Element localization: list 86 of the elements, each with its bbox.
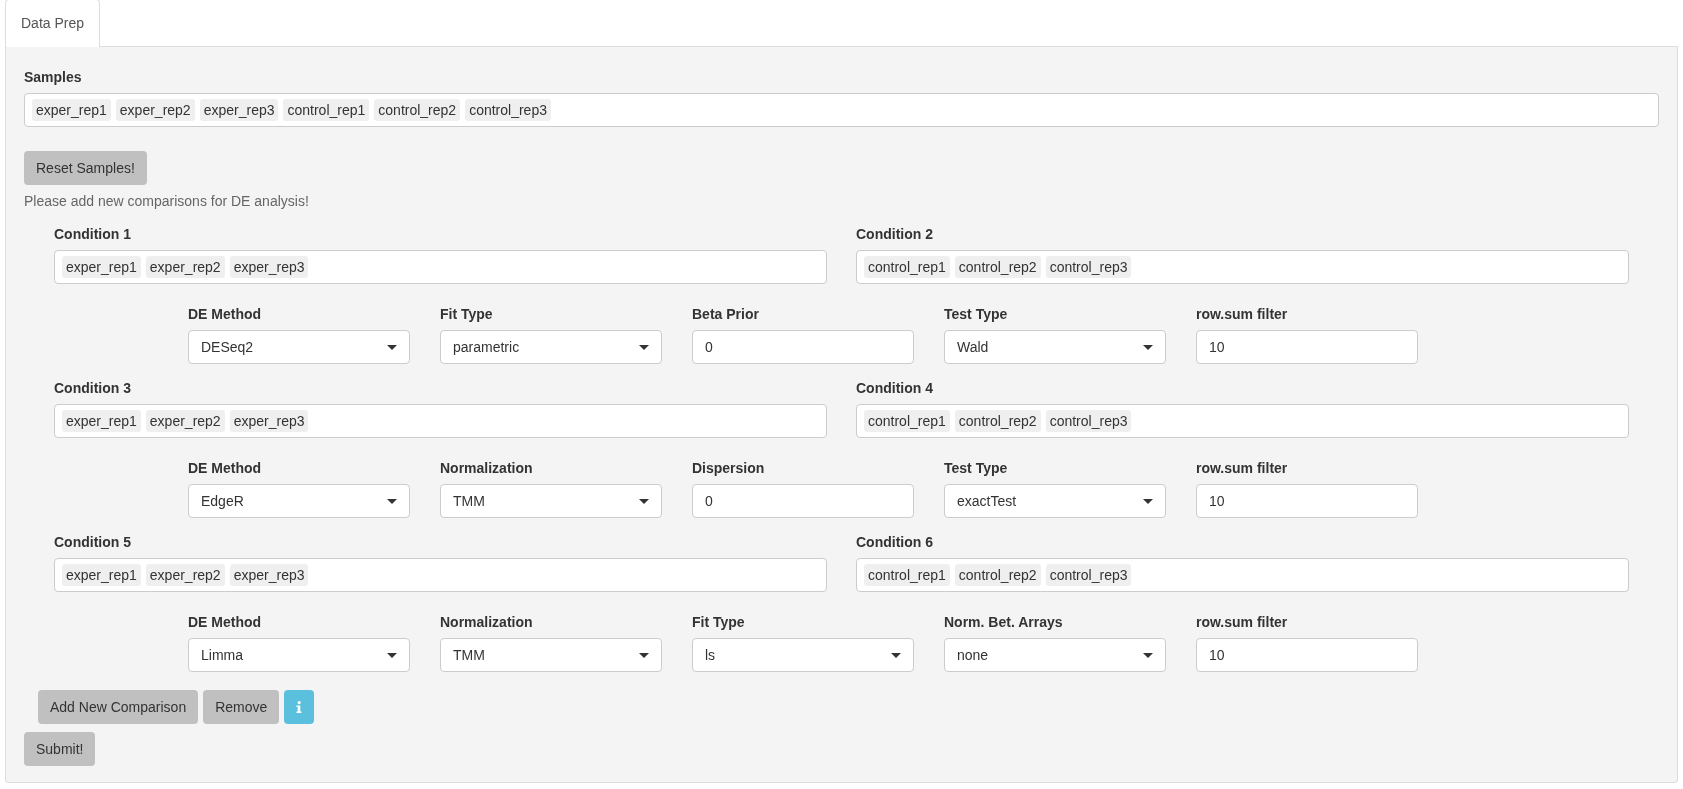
field-label: row.sum filter [1196, 459, 1289, 478]
sample-tag[interactable]: exper_rep1 [32, 99, 111, 121]
select-dropdown[interactable]: Limma [188, 638, 410, 672]
caret-icon [1143, 652, 1153, 658]
select-dropdown[interactable]: TMM [440, 484, 662, 518]
sample-tag[interactable]: exper_rep1 [62, 410, 141, 432]
caret-icon [387, 652, 397, 658]
reset-button[interactable]: Reset Samples! [24, 151, 147, 185]
action-button[interactable]: Remove [203, 690, 280, 724]
sample-tag[interactable]: control_rep3 [1045, 564, 1132, 586]
input-field[interactable]: 10 [1196, 484, 1418, 518]
field-label: Condition 4 [856, 379, 934, 398]
sample-tag[interactable]: exper_rep2 [145, 564, 225, 586]
sample-tag[interactable]: exper_rep2 [115, 99, 195, 121]
field-label: Beta Prior [692, 305, 760, 324]
select-dropdown[interactable]: ls [692, 638, 914, 672]
field-label: Normalization [440, 459, 534, 478]
field-label: DE Method [188, 305, 263, 324]
sample-tag[interactable]: control_rep3 [465, 99, 551, 121]
caret-icon [891, 652, 901, 658]
tag-input-field[interactable]: exper_rep1 exper_rep2 exper_rep3 [54, 558, 827, 592]
select-dropdown[interactable]: DESeq2 [188, 330, 410, 364]
field-label: Condition 6 [856, 533, 934, 552]
info-button[interactable] [284, 690, 315, 724]
input-field[interactable]: 10 [1196, 330, 1418, 364]
field-label: Test Type [944, 459, 1009, 478]
caret-icon [639, 344, 649, 350]
select-dropdown[interactable]: TMM [440, 638, 662, 672]
field-label: row.sum filter [1196, 305, 1289, 324]
field-label: Fit Type [692, 613, 746, 632]
info-icon [296, 701, 303, 713]
sample-tag[interactable]: control_rep2 [954, 256, 1041, 278]
field-label: Samples [24, 68, 83, 87]
field-label: Fit Type [440, 305, 494, 324]
caret-icon [387, 498, 397, 504]
sample-tag[interactable]: exper_rep3 [229, 564, 309, 586]
tag-input-field[interactable]: control_rep1 control_rep2 control_rep3 [856, 250, 1629, 284]
select-dropdown[interactable]: Wald [944, 330, 1166, 364]
sample-tag[interactable]: exper_rep2 [145, 410, 225, 432]
select-dropdown[interactable]: parametric [440, 330, 662, 364]
hint-text: Please add new comparisons for DE analysis! [24, 192, 310, 211]
field-label: Condition 1 [54, 225, 132, 244]
field-label: Norm. Bet. Arrays [944, 613, 1064, 632]
sample-tag[interactable]: control_rep3 [1045, 410, 1132, 432]
tag-input-field[interactable]: exper_rep1 exper_rep2 exper_rep3 control_rep1 control_rep2 control_rep3 [24, 93, 1659, 127]
caret-icon [639, 652, 649, 658]
sample-tag[interactable]: control_rep1 [864, 256, 950, 278]
sample-tag[interactable]: control_rep1 [864, 564, 950, 586]
input-field[interactable]: 10 [1196, 638, 1418, 672]
sample-tag[interactable]: exper_rep3 [229, 256, 309, 278]
field-label: Normalization [440, 613, 534, 632]
sample-tag[interactable]: exper_rep3 [229, 410, 309, 432]
tag-input-field[interactable]: exper_rep1 exper_rep2 exper_rep3 [54, 404, 827, 438]
sample-tag[interactable]: exper_rep1 [62, 256, 141, 278]
sample-tag[interactable]: control_rep3 [1045, 256, 1132, 278]
tag-input-field[interactable]: exper_rep1 exper_rep2 exper_rep3 [54, 250, 827, 284]
caret-icon [387, 344, 397, 350]
field-label: Condition 3 [54, 379, 132, 398]
sample-tag[interactable]: control_rep2 [374, 99, 461, 121]
field-label: Condition 2 [856, 225, 934, 244]
caret-icon [1143, 498, 1153, 504]
select-dropdown[interactable]: EdgeR [188, 484, 410, 518]
sample-tag[interactable]: exper_rep3 [199, 99, 279, 121]
sample-tag[interactable]: control_rep2 [954, 410, 1041, 432]
caret-icon [1143, 344, 1153, 350]
select-dropdown[interactable]: exactTest [944, 484, 1166, 518]
field-label: Condition 5 [54, 533, 132, 552]
sample-tag[interactable]: exper_rep1 [62, 564, 141, 586]
action-button[interactable]: Add New Comparison [38, 690, 199, 724]
select-dropdown[interactable]: none [944, 638, 1166, 672]
sample-tag[interactable]: control_rep1 [864, 410, 950, 432]
tag-input-field[interactable]: control_rep1 control_rep2 control_rep3 [856, 558, 1629, 592]
input-field[interactable]: 0 [692, 484, 914, 518]
caret-icon [639, 498, 649, 504]
field-label: Dispersion [692, 459, 766, 478]
field-label: row.sum filter [1196, 613, 1289, 632]
field-label: DE Method [188, 459, 263, 478]
sample-tag[interactable]: exper_rep2 [145, 256, 225, 278]
sample-tag[interactable]: control_rep1 [283, 99, 370, 121]
tab[interactable]: Data Prep [5, 0, 101, 47]
field-label: Test Type [944, 305, 1009, 324]
sample-tag[interactable]: control_rep2 [954, 564, 1041, 586]
input-field[interactable]: 0 [692, 330, 914, 364]
tag-input-field[interactable]: control_rep1 control_rep2 control_rep3 [856, 404, 1629, 438]
field-label: DE Method [188, 613, 263, 632]
submit-button[interactable]: Submit! [24, 732, 96, 766]
